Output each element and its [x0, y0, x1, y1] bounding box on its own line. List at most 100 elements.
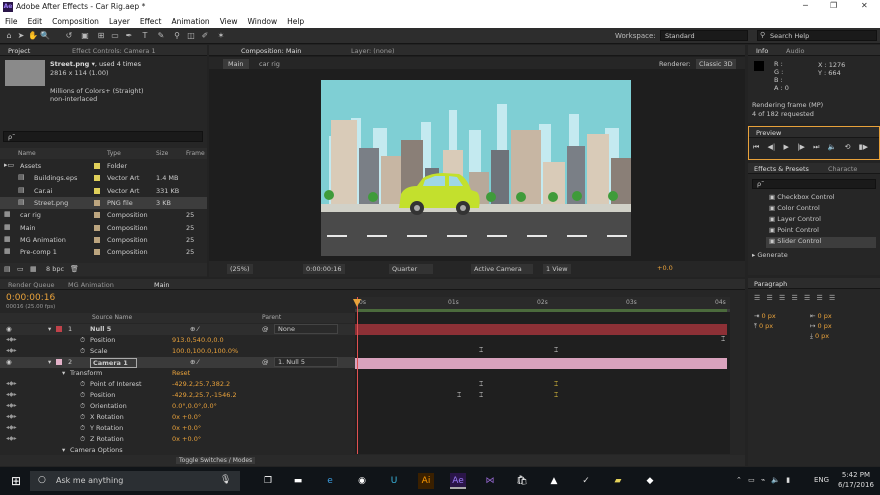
menu-item-file[interactable]: File — [0, 14, 23, 28]
zoom-dropdown[interactable]: (25%) — [227, 264, 253, 274]
interpret-footage-icon[interactable]: ▤ — [4, 265, 11, 273]
project-item[interactable]: ▤ Car.ai Vector Art 331 KB — [0, 185, 207, 197]
project-item[interactable]: ▦ Pre-comp 1 Composition 25 — [0, 246, 207, 258]
app-icon[interactable]: ◆ — [642, 473, 658, 489]
maximize-icon[interactable]: ❐ — [830, 1, 837, 10]
effect-item[interactable]: ▣ Checkbox Control — [766, 193, 876, 204]
eye-icon[interactable]: ◉ — [6, 358, 12, 366]
label-color[interactable] — [94, 212, 100, 219]
zoom-tool-icon[interactable]: 🔍 — [40, 31, 50, 41]
keyframe-icon[interactable]: ⌶ — [721, 335, 725, 344]
search-help-input[interactable]: Search Help — [757, 30, 877, 41]
layer-row[interactable]: ◉ ▾ 2 Camera 1 ⊕ ⁄ @1. Null 5 — [0, 357, 355, 368]
col-parent[interactable]: Parent — [262, 314, 281, 321]
task-view-icon[interactable]: ❐ — [260, 473, 276, 489]
effect-item[interactable]: ▣ Layer Control — [766, 215, 876, 226]
tab-render-queue[interactable]: Render Queue — [4, 280, 59, 290]
new-comp-icon[interactable]: ▦ — [30, 265, 37, 273]
illustrator-icon[interactable]: Ai — [418, 473, 434, 489]
resolution-dropdown[interactable]: Quarter — [389, 264, 433, 274]
app-icon[interactable]: ▰ — [610, 473, 626, 489]
mask-tool-icon[interactable]: ▭ — [110, 31, 120, 41]
keyframe-nav-icon[interactable]: ◂◆▸ — [6, 435, 17, 442]
property-row[interactable]: ◂◆▸ ⏱ Scale 100.0,100.0,100.0% — [0, 346, 355, 357]
col-name[interactable]: Name — [18, 150, 36, 157]
current-time-indicator[interactable] — [357, 297, 358, 454]
playhead-icon[interactable] — [353, 299, 361, 307]
microphone-icon[interactable]: 🎙 — [220, 475, 231, 485]
property-group-row[interactable]: ▾ Transform Reset — [0, 368, 355, 379]
keyframe-nav-icon[interactable]: ◂◆▸ — [6, 391, 17, 398]
property-row[interactable]: ◂◆▸ ⏱ Z Rotation 0x +0.0° — [0, 434, 355, 445]
tab-effects-presets[interactable]: Effects & Presets — [750, 164, 813, 174]
breadcrumb-car-rig[interactable]: car rig — [259, 60, 280, 68]
stopwatch-icon[interactable]: ⏱ — [80, 424, 85, 433]
project-item[interactable]: ▤ Buildings.eps Vector Art 1.4 MB — [0, 172, 207, 184]
after-effects-taskbar-icon[interactable]: Ae — [450, 473, 466, 489]
project-item[interactable]: ▦ car rig Composition 25 — [0, 209, 207, 221]
layer-name[interactable]: Camera 1 — [90, 358, 137, 368]
minimize-icon[interactable]: ─ — [803, 1, 808, 10]
effects-search-input[interactable]: ρ˜ — [752, 179, 876, 189]
menu-item-help[interactable]: Help — [282, 14, 309, 28]
eraser-tool-icon[interactable]: ◫ — [186, 31, 196, 41]
alignment-icons[interactable]: ☰ ☰ ☰ ☰ ☰ ☰ ☰ — [754, 294, 835, 302]
property-value[interactable]: 0.0°,0.0°,0.0° — [172, 402, 217, 410]
tab-layer[interactable]: Layer: (none) — [347, 46, 399, 56]
tab-paragraph[interactable]: Paragraph — [750, 279, 791, 289]
property-group-row[interactable]: ▾ Camera Options — [0, 445, 355, 454]
camera-tool-icon[interactable]: ▣ — [80, 31, 90, 41]
expand-arrow-icon[interactable]: ▾ — [48, 325, 51, 333]
menu-item-window[interactable]: Window — [243, 14, 283, 28]
space-before[interactable]: ⤒ 0 px — [754, 322, 773, 331]
type-tool-icon[interactable]: T — [140, 31, 150, 41]
visual-studio-icon[interactable]: ⋈ — [482, 473, 498, 489]
camera-dropdown[interactable]: Active Camera — [471, 264, 533, 274]
stopwatch-icon[interactable]: ⏱ — [80, 380, 85, 389]
delete-icon[interactable]: 🗑 — [70, 265, 79, 273]
tab-composition[interactable]: Composition: Main — [237, 46, 305, 56]
keyframe-icon[interactable]: ⌶ — [554, 346, 558, 355]
first-frame-icon[interactable]: ⏮ — [753, 143, 759, 151]
audio-icon[interactable]: 🔈 — [828, 143, 837, 151]
tab-audio[interactable]: Audio — [782, 46, 808, 56]
property-value[interactable]: 100.0,100.0,100.0% — [172, 347, 238, 355]
keyframe-nav-icon[interactable]: ◂◆▸ — [6, 413, 17, 420]
property-value[interactable]: -429.2,25.7,-1546.2 — [172, 391, 237, 399]
prev-frame-icon[interactable]: ◀| — [768, 143, 776, 151]
new-folder-icon[interactable]: ▭ — [17, 265, 24, 273]
effect-item[interactable]: ▣ Slider Control — [766, 237, 876, 248]
loop-icon[interactable]: ⟲ — [845, 143, 851, 151]
parent-pick-whip-icon[interactable]: @ — [262, 325, 269, 333]
keyframe-nav-icon[interactable]: ◂◆▸ — [6, 336, 17, 343]
project-item[interactable]: ▦ MG Animation Composition 25 — [0, 234, 207, 246]
exposure-value[interactable]: +0.0 — [657, 264, 673, 272]
comp-viewer[interactable] — [321, 80, 631, 256]
property-row[interactable]: ◂◆▸ ⏱ Position -429.2,25.7,-1546.2 — [0, 390, 355, 401]
layer-row[interactable]: ◉ ▾ 1 Null 5 ⊕ ⁄ @ None — [0, 324, 355, 335]
project-item[interactable]: ▸▭ Assets Folder — [0, 160, 207, 172]
stopwatch-icon[interactable]: ⏱ — [80, 391, 85, 400]
expand-arrow-icon[interactable]: ▾ — [62, 369, 65, 377]
photos-icon[interactable]: ▲ — [546, 473, 562, 489]
indent-left[interactable]: ⇥ 0 px — [754, 312, 776, 320]
file-explorer-icon[interactable]: ▬ — [290, 473, 306, 489]
keyframe-icon[interactable]: ⌶ — [554, 391, 558, 400]
tab-project[interactable]: Project — [4, 46, 34, 56]
hand-tool-icon[interactable]: ✋ — [28, 31, 38, 41]
property-row[interactable]: ◂◆▸ ⏱ Orientation 0.0°,0.0°,0.0° — [0, 401, 355, 412]
col-frame[interactable]: Frame — [186, 150, 205, 157]
parent-pick-whip-icon[interactable]: @ — [262, 358, 269, 366]
roto-brush-icon[interactable]: ✐ — [200, 31, 210, 41]
property-value[interactable]: 0x +0.0° — [172, 424, 201, 432]
property-row[interactable]: ◂◆▸ ⏱ Point of Interest -429.2,25.7,382.2 — [0, 379, 355, 390]
time-graph[interactable]: 0s 01s 02s 03s 04s ⌶ ⌶ ⌶ ⌶ ⌶ ⌶ ⌶ ⌶ — [353, 297, 730, 454]
home-icon[interactable]: ⌂ — [4, 31, 14, 41]
indent-right[interactable]: ⇤ 0 px — [810, 312, 832, 320]
parent-dropdown[interactable]: None — [274, 324, 338, 334]
keyframe-icon[interactable]: ⌶ — [479, 346, 483, 355]
next-frame-icon[interactable]: |▶ — [797, 143, 805, 151]
clock[interactable]: 5:42 PM 6/17/2016 — [838, 470, 874, 490]
keyframe-icon[interactable]: ⌶ — [479, 391, 483, 400]
property-value[interactable]: 913.0,540.0,0.0 — [172, 336, 224, 344]
